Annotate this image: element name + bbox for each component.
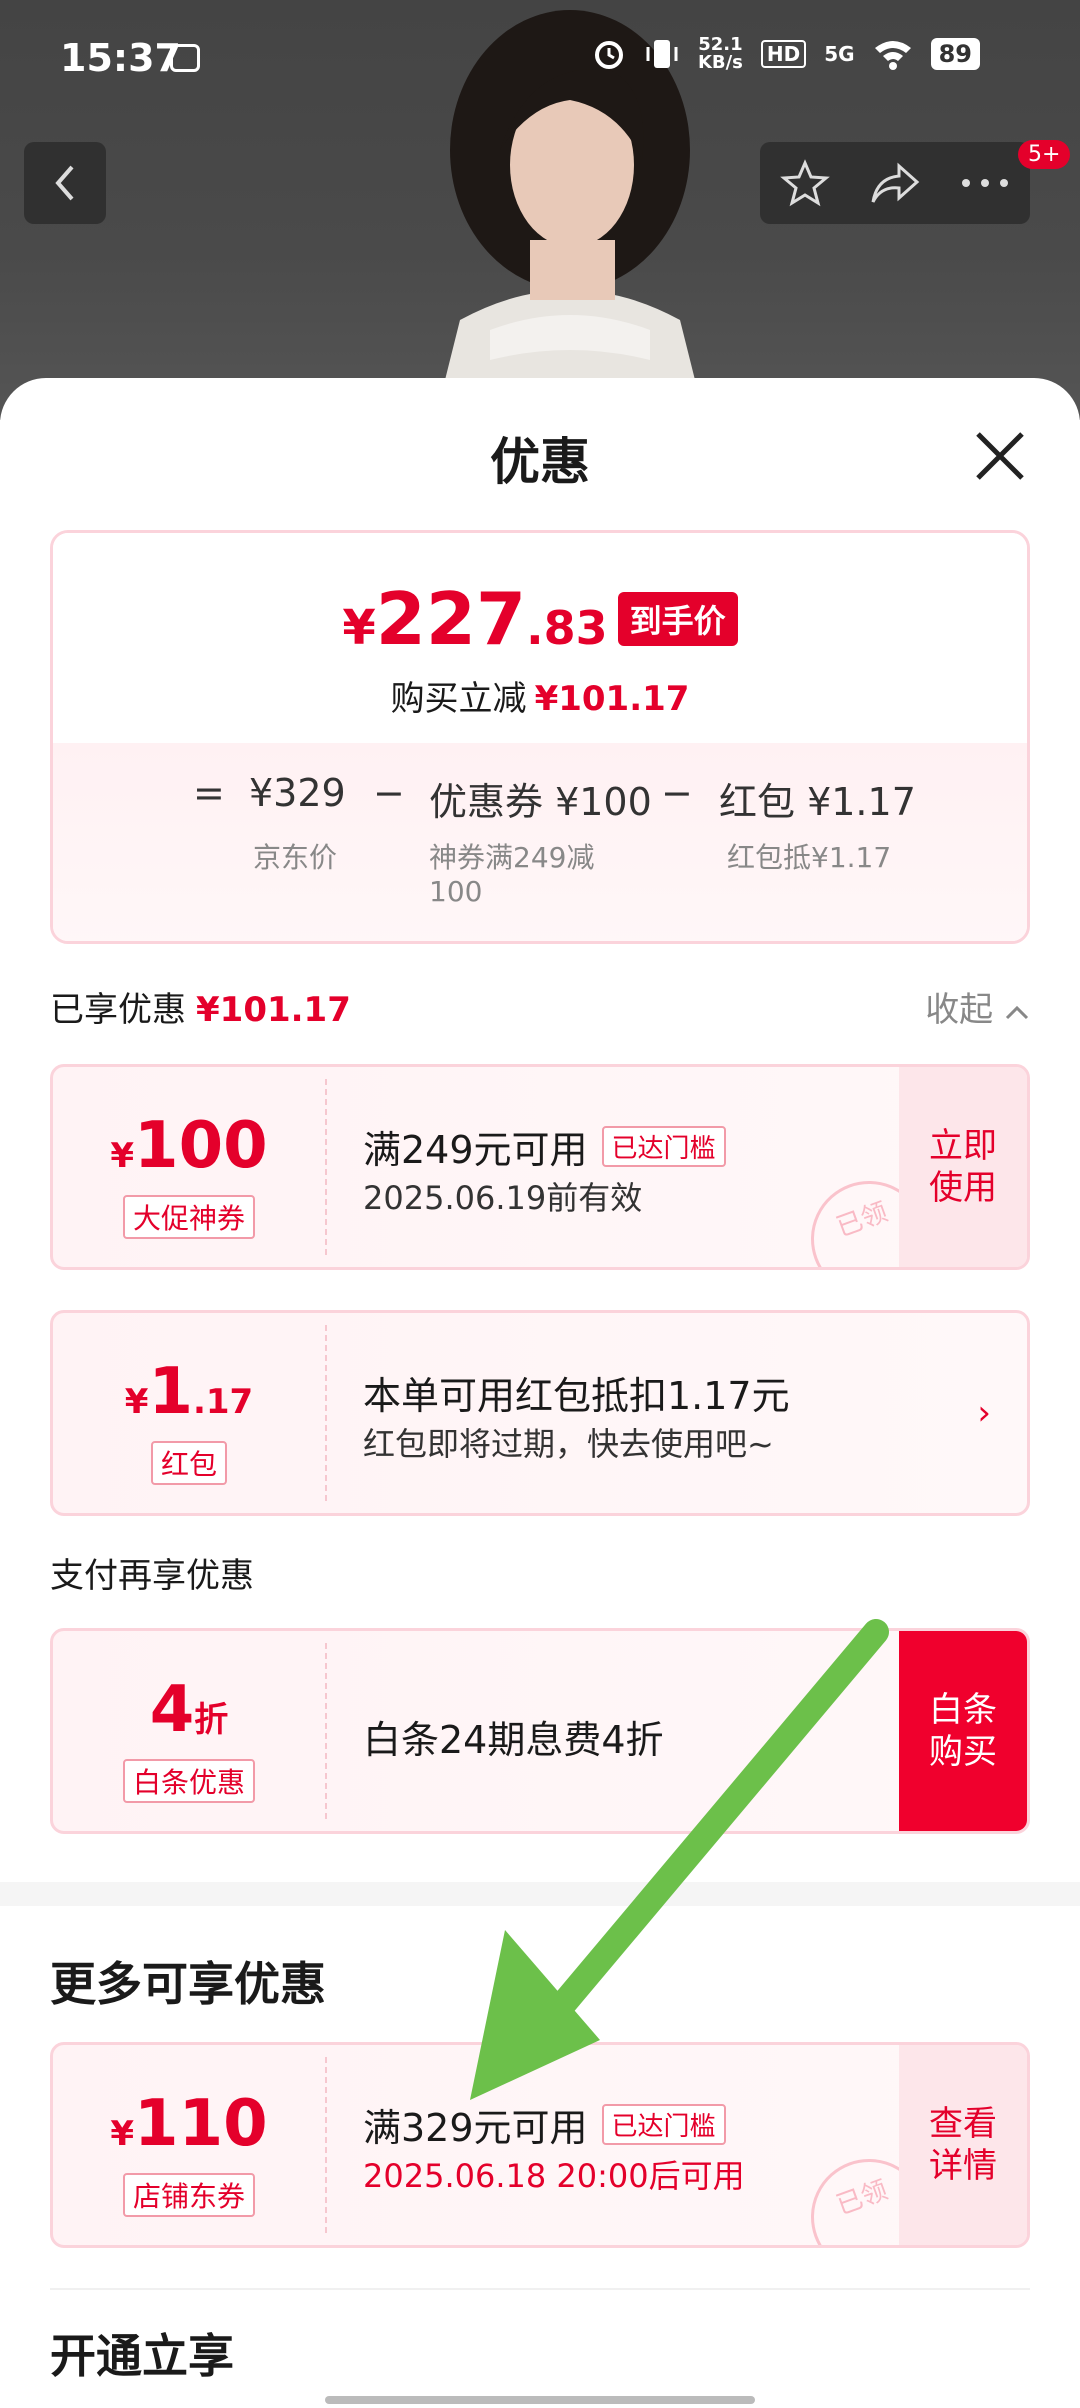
pay-section-label: 支付再享优惠 — [50, 1556, 254, 1596]
divider — [50, 2288, 1030, 2290]
coupon-currency: ¥ — [110, 1136, 135, 1176]
redpacket-tag: 红包 — [150, 1441, 228, 1485]
baitiao-buy-button[interactable]: 白条购买 — [899, 1631, 1027, 1831]
coupon-amount: ¥100 — [53, 1109, 325, 1183]
baitiao-discount-unit: 折 — [194, 1700, 229, 1740]
price-summary-card: ¥227.83 到手价 购买立减 ¥101.17 = ¥329 京东价 − 优惠券 … — [50, 530, 1030, 944]
final-price-tag: 到手价 — [617, 592, 738, 646]
alarm-icon — [594, 41, 623, 69]
store-coupon-condition-text: 满329元可用 — [363, 2106, 588, 2150]
redpacket-value-area: ¥1.17 红包 — [53, 1313, 325, 1513]
sheet-title: 优惠 — [490, 433, 590, 491]
formula-equals: = — [193, 771, 225, 815]
store-coupon-amount: ¥110 — [53, 2087, 325, 2161]
wifi-icon — [874, 41, 911, 70]
speed-unit: KB/s — [697, 52, 743, 73]
formula-base-price: ¥329 — [249, 771, 346, 815]
enjoyed-discount-label: 已享优惠 ¥101.17 — [50, 982, 351, 1031]
baitiao-text: 白条24期息费4折 — [363, 1718, 664, 1762]
chevron-right-icon: › — [977, 1393, 991, 1433]
status-time: 15:37 — [60, 36, 181, 80]
coupon-value-area: ¥100 大促神券 — [53, 1067, 325, 1267]
more-discounts-title: 更多可享优惠 — [50, 1957, 326, 2011]
enjoyed-label-text: 已享优惠 — [50, 990, 186, 1030]
view-details-button[interactable]: 查看详情 — [899, 2045, 1027, 2245]
redpacket-text: 本单可用红包抵扣1.17元 — [363, 1374, 790, 1418]
header-actions — [760, 142, 1030, 224]
favorite-star-icon[interactable] — [779, 158, 830, 208]
baitiao-discount-value: 4 — [149, 1673, 195, 1747]
open-membership-title: 开通立享 — [50, 2329, 234, 2383]
enjoyed-value: ¥101.17 — [196, 990, 351, 1030]
coupon-condition: 满249元可用 已达门槛 — [363, 1119, 726, 1174]
price-integer: 227 — [375, 577, 527, 661]
baitiao-discount: 4折 — [53, 1673, 325, 1747]
instant-discount-value: ¥101.17 — [534, 679, 690, 719]
message-badge: 5+ — [1018, 140, 1071, 169]
coupon-divider — [325, 1325, 327, 1501]
baitiao-card: 4折 白条优惠 白条24期息费4折 白条购买 — [50, 1628, 1030, 1834]
status-bar: 15:37 52.1 KB/s HD 5G 89 — [0, 0, 1080, 120]
instant-discount-label: 购买立减 — [390, 679, 527, 719]
redpacket-hint: 红包即将过期，快去使用吧~ — [363, 1425, 774, 1463]
store-coupon-card: ¥110 店铺东券 满329元可用 已达门槛 2025.06.18 20:00后可… — [50, 2042, 1030, 2248]
coupon-amount-value: 100 — [134, 1109, 268, 1183]
store-coupon-currency: ¥ — [110, 2114, 135, 2154]
formula-minus: − — [373, 771, 405, 815]
redpacket-amount-int: 1 — [148, 1355, 193, 1429]
store-coupon-tag: 店铺东券 — [122, 2173, 256, 2217]
coupon-card-promo: ¥100 大促神券 满249元可用 已达门槛 2025.06.19前有效 已领 立… — [50, 1064, 1030, 1270]
close-icon[interactable] — [970, 426, 1030, 486]
notification-icon — [170, 44, 200, 72]
use-now-button[interactable]: 立即使用 — [899, 1067, 1027, 1267]
coupon-divider — [325, 2057, 327, 2233]
baitiao-tag: 白条优惠 — [122, 1759, 256, 1803]
store-coupon-validity: 2025.06.18 20:00后可用 — [363, 2157, 745, 2195]
coupon-divider — [325, 1079, 327, 1255]
formula-coupon: 优惠券 ¥100 — [429, 780, 652, 824]
store-coupon-value-area: ¥110 店铺东券 — [53, 2045, 325, 2245]
final-price-section: ¥227.83 到手价 购买立减 ¥101.17 — [53, 533, 1027, 743]
formula-base-label: 京东价 — [253, 841, 338, 874]
price-currency: ¥ — [342, 600, 376, 656]
formula-coupon-label: 神券满249减100 — [429, 841, 595, 908]
coupon-divider — [325, 1643, 327, 1819]
instant-discount: 购买立减 ¥101.17 — [53, 671, 1027, 720]
baitiao-value-area: 4折 白条优惠 — [53, 1631, 325, 1831]
redpacket-currency: ¥ — [124, 1382, 149, 1422]
threshold-badge: 已达门槛 — [601, 1126, 726, 1167]
coupon-type-tag: 大促神券 — [122, 1195, 256, 1239]
store-coupon-amount-value: 110 — [134, 2087, 268, 2161]
price-formula: = ¥329 京东价 − 优惠券 ¥100 神券满249减100 − 红包 ¥1… — [53, 743, 1027, 941]
battery-indicator: 89 — [930, 38, 980, 70]
more-icon[interactable] — [960, 177, 1010, 189]
redpacket-card[interactable]: ¥1.17 红包 本单可用红包抵扣1.17元 红包即将过期，快去使用吧~ › — [50, 1310, 1030, 1516]
coupon-validity: 2025.06.19前有效 — [363, 1179, 643, 1217]
share-icon[interactable] — [869, 160, 921, 206]
redpacket-amount-dec: .17 — [192, 1382, 254, 1422]
formula-redpacket: 红包 ¥1.17 — [719, 780, 916, 824]
coupon-condition-text: 满249元可用 — [363, 1128, 588, 1172]
formula-minus-2: − — [661, 771, 693, 815]
redpacket-amount: ¥1.17 — [53, 1355, 325, 1429]
network-speed: 52.1 KB/s — [698, 36, 743, 72]
home-indicator[interactable] — [325, 2396, 755, 2404]
network-type: 5G — [824, 42, 855, 66]
final-price: ¥227.83 到手价 — [53, 577, 1027, 661]
vibrate-icon — [646, 40, 678, 68]
collapse-toggle[interactable]: 收起 — [925, 982, 1030, 1031]
section-separator-band — [0, 1884, 1080, 1906]
collapse-label: 收起 — [925, 990, 994, 1030]
hd-indicator: HD — [760, 40, 807, 68]
back-button[interactable] — [24, 142, 106, 224]
chevron-up-icon — [1005, 1005, 1029, 1020]
price-decimal: .83 — [526, 601, 608, 655]
threshold-badge: 已达门槛 — [601, 2104, 726, 2145]
formula-redpacket-label: 红包抵¥1.17 — [727, 841, 892, 874]
chevron-left-icon — [55, 165, 74, 201]
status-indicators: 52.1 KB/s HD 5G 89 — [592, 36, 980, 72]
store-coupon-condition: 满329元可用 已达门槛 — [363, 2097, 726, 2152]
